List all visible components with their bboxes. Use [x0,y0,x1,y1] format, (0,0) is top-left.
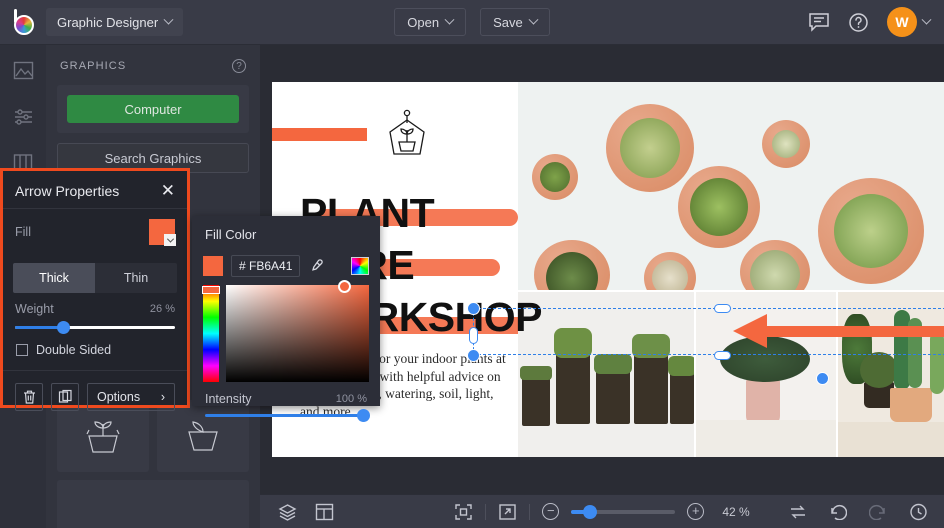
save-button[interactable]: Save [480,8,550,36]
current-color-swatch[interactable] [203,256,223,276]
graphics-thumbnails [57,400,249,528]
graphics-panel-header: GRAPHICS ? [46,45,260,81]
fill-color-title: Fill Color [192,216,380,251]
poster-accent-bar [272,128,367,141]
arrow-panel-footer: Options › [3,370,187,411]
fill-row: Fill [3,208,187,255]
arrow-panel-title: Arrow Properties [15,183,119,199]
chevron-down-icon [528,14,538,24]
weight-value: 26 % [150,303,175,315]
duplicate-icon[interactable] [51,383,79,411]
chevron-down-icon [922,14,932,24]
app-root: Graphic Designer Open Save [0,0,944,528]
toolbar-divider [529,504,530,520]
double-sided-row[interactable]: Double Sided [3,329,187,357]
weight-row: Weight 26 % [3,293,187,318]
zoom-slider[interactable] [571,510,675,514]
double-sided-checkbox[interactable] [16,344,28,356]
open-button[interactable]: Open [394,8,466,36]
chevron-down-icon [445,14,455,24]
top-center-actions: Open Save [0,8,944,36]
help-circle-icon[interactable]: ? [232,59,246,73]
graphics-panel-title: GRAPHICS [60,60,126,72]
zoom-out-button[interactable]: − [542,503,559,520]
eyedropper-icon[interactable] [308,258,324,274]
thickness-segmented-control: Thick Thin [13,263,177,293]
top-right-actions: W [808,7,930,37]
intensity-label: Intensity [205,392,252,406]
image-icon[interactable] [10,57,36,83]
poster-photo-grid [518,82,944,457]
toolbar-divider [485,504,486,520]
resize-handle-middle-left[interactable] [469,327,478,344]
resize-handle-top-left[interactable] [467,302,480,315]
zoom-level-label: 42 % [722,505,749,519]
hue-slider[interactable] [203,285,219,382]
saturation-value-area[interactable] [226,285,369,382]
color-pickers [192,277,380,382]
resize-handle-top-center[interactable] [714,304,731,313]
adjustments-sliders-icon[interactable] [10,103,36,129]
save-label: Save [493,15,523,30]
undo-icon[interactable] [829,504,847,520]
fill-color-panel: Fill Color # FB6A41 Intensity 100 % [192,216,380,406]
options-button[interactable]: Options › [87,383,175,411]
arrow-properties-panel: Arrow Properties ✕ Fill Thick Thin Weigh… [0,168,190,408]
chevron-right-icon: › [161,390,165,404]
plant-crest-logo-icon [380,108,434,166]
history-clock-icon[interactable] [909,503,928,521]
thickness-thick-option[interactable]: Thick [13,263,95,293]
fill-label: Fill [15,225,31,239]
rotate-handle[interactable] [816,372,829,385]
user-menu[interactable]: W [887,7,930,37]
trash-icon[interactable] [15,383,43,411]
intensity-slider-knob[interactable] [357,409,370,422]
close-icon[interactable]: ✕ [161,182,175,199]
double-sided-label: Double Sided [36,343,111,357]
hue-slider-knob[interactable] [202,286,220,294]
weight-label: Weight [15,302,54,316]
zoom-slider-knob[interactable] [583,505,597,519]
fit-to-screen-icon[interactable] [454,503,473,521]
open-label: Open [407,15,439,30]
intensity-value: 100 % [336,393,367,405]
weight-slider[interactable] [15,326,175,329]
saturation-value-knob[interactable] [338,280,351,293]
weight-slider-knob[interactable] [57,321,70,334]
redo-icon[interactable] [869,504,887,520]
selection-bounding-box [473,308,944,355]
avatar: W [887,7,917,37]
weight-slider-fill [15,326,60,329]
bottom-toolbar: − + 42 % [260,494,944,528]
help-circle-icon[interactable] [848,12,869,33]
graphics-source-box: Computer [57,85,249,133]
hex-input[interactable]: # FB6A41 [231,255,300,277]
photo-succulents-topdown [518,82,944,290]
resize-handle-bottom-left[interactable] [467,349,480,362]
intensity-row: Intensity 100 % [192,382,380,406]
fill-color-swatch[interactable] [149,219,175,245]
swap-loop-icon[interactable] [789,504,807,520]
chevron-down-icon [164,234,176,246]
intensity-slider[interactable] [205,414,367,417]
color-wheel-icon[interactable] [351,257,369,275]
thickness-thin-option[interactable]: Thin [95,263,177,293]
top-bar: Graphic Designer Open Save [0,0,944,45]
computer-button[interactable]: Computer [67,95,239,123]
fill-color-input-row: # FB6A41 [192,251,380,277]
graphic-thumbnail[interactable] [57,480,249,528]
zoom-in-button[interactable]: + [687,503,704,520]
options-label: Options [97,390,140,404]
arrow-panel-header: Arrow Properties ✕ [3,171,187,208]
resize-handle-bottom-center[interactable] [714,351,731,360]
expand-arrow-icon[interactable] [498,503,517,521]
comment-icon[interactable] [808,12,830,32]
